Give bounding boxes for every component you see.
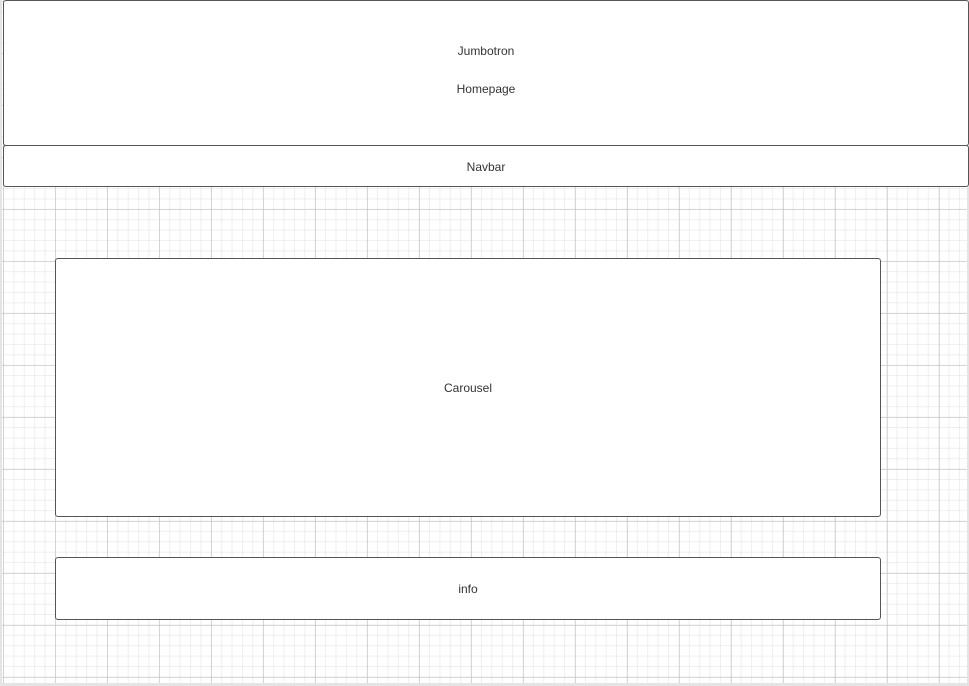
wireframe-canvas: Jumbotron Homepage Navbar Carousel info [0, 0, 969, 686]
carousel-box[interactable]: Carousel [55, 258, 881, 517]
jumbotron-box[interactable]: Jumbotron Homepage [3, 0, 969, 146]
navbar-label: Navbar [466, 159, 506, 174]
homepage-label: Homepage [456, 82, 516, 96]
jumbotron-label: Jumbotron [457, 44, 515, 58]
navbar-box[interactable]: Navbar [3, 145, 969, 187]
info-label: info [458, 581, 478, 596]
info-box[interactable]: info [55, 557, 881, 620]
carousel-label: Carousel [443, 380, 493, 395]
